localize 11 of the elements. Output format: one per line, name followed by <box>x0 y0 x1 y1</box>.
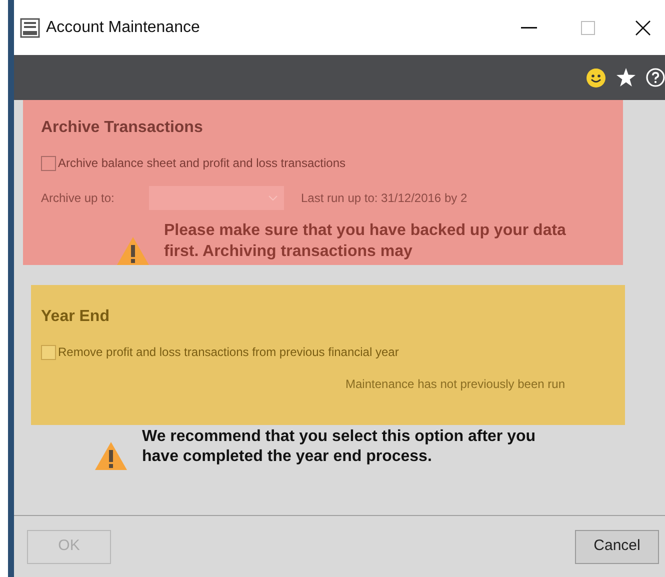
warning-text: We recommend that you select this option after you have completed the year end process. <box>142 427 537 467</box>
status-text: Maintenance has not previously been run <box>346 376 565 393</box>
checkbox-label: Remove profit and loss transactions from previous financial year <box>58 344 399 361</box>
last-run-text: Last run up to: 31/12/2016 by 2 <box>301 190 468 207</box>
window-title: Account Maintenance <box>46 18 200 38</box>
field-label: Archive up to: <box>41 190 116 207</box>
dialog-button[interactable]: Cancel <box>575 530 659 564</box>
warning-text: Please make sure that you have backed up your data first. Archiving transactions may <box>164 221 567 262</box>
checkbox-label: Archive balance sheet and profit and loss transactions <box>58 155 346 172</box>
section-title: Year End <box>41 307 110 327</box>
section-title: Archive Transactions <box>41 118 204 138</box>
